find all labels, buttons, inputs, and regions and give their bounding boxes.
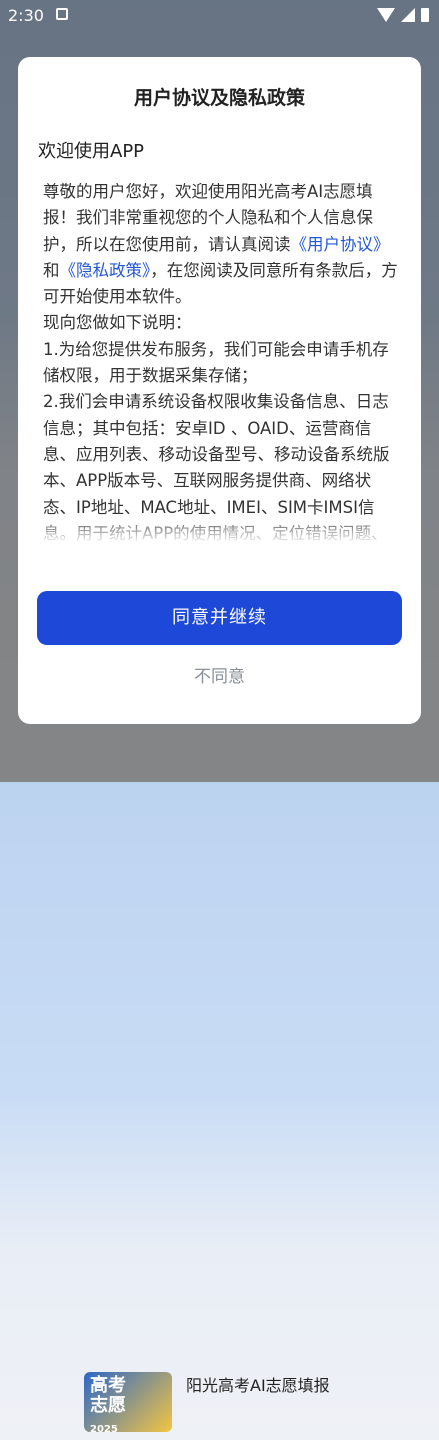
notification-icon xyxy=(56,8,68,20)
notice-item-1: 1.为给您提供发布服务，我们可能会申请手机存储权限，用于数据采集存储； xyxy=(43,339,389,386)
notice-heading: 现向您做如下说明： xyxy=(43,313,192,333)
privacy-dialog: 用户协议及隐私政策 欢迎使用APP 尊敬的用户您好，欢迎使用阳光高考AI志愿填报… xyxy=(18,57,421,724)
welcome-heading: 欢迎使用APP xyxy=(38,141,145,162)
dialog-title: 用户协议及隐私政策 xyxy=(133,87,305,109)
status-bar: 2:30 xyxy=(0,0,439,32)
disagree-button[interactable]: 不同意 xyxy=(18,662,421,687)
status-time: 2:30 xyxy=(8,6,44,25)
intro-and: 和 xyxy=(43,260,60,280)
wifi-icon xyxy=(377,8,395,22)
agreement-content[interactable]: 尊敬的用户您好，欢迎使用阳光高考AI志愿填报！我们非常重视您的个人隐私和个人信息… xyxy=(43,179,403,544)
privacy-policy-link[interactable]: 《隐私政策》 xyxy=(60,261,151,280)
app-logo: 高考 志愿 2025 xyxy=(84,1372,172,1435)
logo-line2: 志愿 xyxy=(90,1395,126,1416)
background-app-title: 阳光高考AI志愿填报 xyxy=(186,1376,330,1395)
agree-continue-button[interactable]: 同意并继续 xyxy=(37,591,402,645)
logo-line1: 高考 xyxy=(90,1375,126,1396)
signal-icon xyxy=(401,8,415,22)
intro-paragraph: 尊敬的用户您好，欢迎使用阳光高考AI志愿填报！我们非常重视您的个人隐私和个人信息… xyxy=(43,179,403,310)
logo-year: 2025 xyxy=(90,1424,118,1435)
battery-icon xyxy=(421,8,429,22)
content-fade xyxy=(43,514,403,544)
user-agreement-link[interactable]: 《用户协议》 xyxy=(291,235,390,254)
